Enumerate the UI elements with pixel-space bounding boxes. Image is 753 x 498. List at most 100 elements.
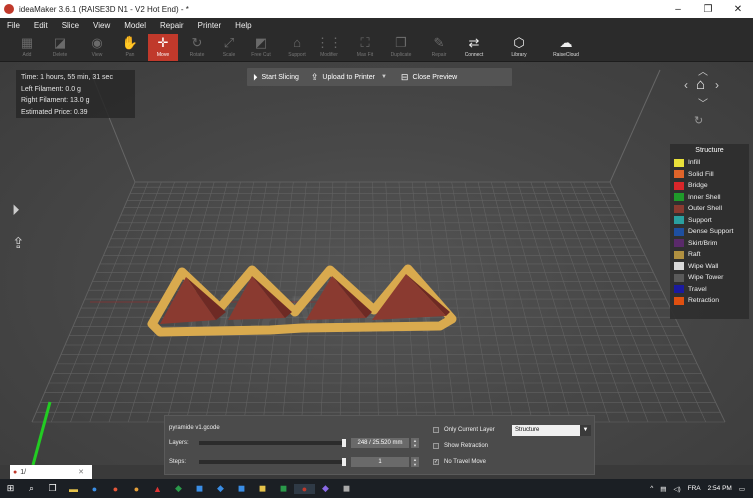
only-current-layer-checkbox[interactable]: Only Current Layer bbox=[433, 427, 495, 433]
maximize-button[interactable]: ❐ bbox=[693, 4, 723, 15]
notification-icon[interactable]: ▭ bbox=[739, 485, 745, 493]
tool-label: Modifier bbox=[320, 52, 338, 58]
menu-repair[interactable]: Repair bbox=[153, 21, 191, 30]
task-view-icon[interactable]: ❐ bbox=[42, 483, 63, 494]
os-taskbar: ⊞ ⌕ ❐ ▬ ● ● ● ▲ ◆ ◼ ◆ ◼ ◼ ◼ ● ◆ ◼ ^ ▤ ◁)… bbox=[0, 479, 753, 498]
tool-view-button[interactable]: ◉ View bbox=[82, 34, 112, 61]
tool-rotate-button[interactable]: ↻ Rotate bbox=[182, 34, 212, 61]
start-icon[interactable]: ⊞ bbox=[0, 483, 21, 494]
menu-help[interactable]: Help bbox=[228, 21, 258, 30]
close-preview-label: Close Preview bbox=[412, 73, 458, 81]
export-icon[interactable]: ⇪ bbox=[12, 234, 25, 252]
upload-icon: ⇪ bbox=[310, 71, 319, 82]
taskbar-app-icon[interactable]: ◼ bbox=[252, 483, 273, 494]
taskbar-app-icon[interactable]: ● bbox=[126, 484, 147, 494]
estimated-price: Estimated Price: 0.39 bbox=[21, 108, 88, 116]
steps-slider[interactable] bbox=[199, 458, 346, 466]
legend-item: Skirt/Brim bbox=[674, 238, 745, 250]
tool-free-cut-button[interactable]: ◩ Free Cut bbox=[246, 34, 276, 61]
layers-spinner[interactable]: ▲ ▼ bbox=[411, 438, 419, 448]
tray-volume-icon[interactable]: ◁) bbox=[673, 485, 680, 493]
legend-swatch bbox=[674, 250, 684, 259]
nav-right-icon[interactable]: › bbox=[715, 78, 719, 92]
upload-dropdown-icon[interactable]: ▼ bbox=[381, 74, 387, 80]
tool-library-button[interactable]: ⬡ Library bbox=[504, 34, 534, 61]
minimize-button[interactable]: – bbox=[663, 4, 693, 15]
mini-tab[interactable]: ● 1/ ✕ bbox=[10, 465, 92, 479]
tool-label: Delete bbox=[52, 52, 68, 58]
legend-swatch bbox=[674, 239, 684, 248]
tool-support-button[interactable]: ⌂ Support bbox=[282, 34, 312, 61]
taskbar-app-icon[interactable]: ◼ bbox=[189, 483, 210, 494]
taskbar-app-icon[interactable]: ◼ bbox=[231, 483, 252, 494]
play-preview-icon[interactable]: ⏵ bbox=[12, 202, 20, 219]
menu-file[interactable]: File bbox=[0, 21, 27, 30]
taskbar-app-icon[interactable]: ▲ bbox=[147, 484, 168, 494]
taskbar-ideamaker-icon[interactable]: ● bbox=[294, 483, 315, 494]
taskbar-app-icon[interactable]: ◆ bbox=[168, 483, 189, 494]
layer-control-panel: pyramide v1.gcode Layers: 248 / 25.520 m… bbox=[164, 415, 595, 475]
start-slicing-button[interactable]: ⏵ Start Slicing bbox=[247, 68, 305, 86]
nav-left-icon[interactable]: ‹ bbox=[684, 78, 688, 92]
tray-clock[interactable]: 2:54 PM bbox=[708, 485, 732, 492]
taskbar-app-icon[interactable]: ◼ bbox=[336, 483, 357, 494]
legend-swatch bbox=[674, 193, 684, 202]
nav-down-icon[interactable]: ﹀ bbox=[698, 95, 708, 110]
tab-app-icon: ● bbox=[13, 468, 18, 476]
tool-add-button[interactable]: ▦ Add bbox=[12, 34, 42, 61]
legend-item: Infill bbox=[674, 157, 745, 169]
tool-modifier-button[interactable]: ⋮⋮ Modifier bbox=[314, 34, 344, 61]
close-button[interactable]: ✕ bbox=[723, 4, 753, 15]
taskbar-app-icon[interactable]: ◼ bbox=[273, 483, 294, 494]
taskbar-app-icon[interactable]: ◆ bbox=[315, 483, 336, 494]
taskbar-app-icon[interactable]: ▬ bbox=[63, 484, 84, 494]
legend-item: Solid Fill bbox=[674, 169, 745, 181]
tool-scale-button[interactable]: ⤢ Scale bbox=[214, 34, 244, 61]
menu-edit[interactable]: Edit bbox=[27, 21, 55, 30]
tool-pan-button[interactable]: ✋ Pan bbox=[115, 34, 145, 61]
tool-move-button[interactable]: ✛ Move bbox=[148, 34, 178, 61]
system-tray: ^ ▤ ◁) FRA 2:54 PM ▭ bbox=[650, 485, 753, 493]
tool-label: Pan bbox=[125, 52, 135, 58]
taskbar-app-icon[interactable]: ● bbox=[84, 484, 105, 494]
tool-delete-button[interactable]: ◪ Delete bbox=[45, 34, 75, 61]
tray-chevron-icon[interactable]: ^ bbox=[650, 485, 653, 492]
tool-duplicate-button[interactable]: ❐ Duplicate bbox=[386, 34, 416, 61]
legend-item: Retraction bbox=[674, 295, 745, 307]
legend-label: Solid Fill bbox=[688, 170, 714, 178]
no-travel-move-checkbox[interactable]: ✓ No Travel Move bbox=[433, 459, 486, 465]
steps-spinner[interactable]: ▲ ▼ bbox=[411, 457, 419, 467]
tool-raisecloud-button[interactable]: ☁ RaiseCloud bbox=[551, 34, 581, 61]
tool-max-fit-button[interactable]: ⛶ Max Fit bbox=[350, 34, 380, 61]
3d-view-icon[interactable]: ↻ bbox=[694, 114, 703, 127]
layers-value[interactable]: 248 / 25.520 mm bbox=[351, 438, 409, 448]
layers-slider[interactable] bbox=[199, 439, 346, 447]
3d-viewport[interactable]: ideaMaker bbox=[0, 62, 753, 465]
tray-lang[interactable]: FRA bbox=[688, 485, 701, 492]
legend-label: Skirt/Brim bbox=[688, 239, 718, 247]
search-icon[interactable]: ⌕ bbox=[21, 483, 42, 494]
taskbar-app-icon[interactable]: ◆ bbox=[210, 483, 231, 494]
menu-printer[interactable]: Printer bbox=[191, 21, 229, 30]
legend-swatch bbox=[674, 262, 684, 271]
menu-slice[interactable]: Slice bbox=[55, 21, 86, 30]
add-icon: ▦ bbox=[20, 35, 34, 50]
view-mode-select[interactable]: Structure ▼ bbox=[512, 425, 591, 436]
upload-to-printer-button[interactable]: ⇪ Upload to Printer bbox=[305, 68, 381, 86]
show-retraction-checkbox[interactable]: Show Retraction bbox=[433, 443, 488, 449]
print-estimate-panel: Time: 1 hours, 55 min, 31 sec Left Filam… bbox=[16, 70, 135, 118]
menu-model[interactable]: Model bbox=[117, 21, 153, 30]
tray-network-icon[interactable]: ▤ bbox=[660, 485, 666, 493]
show-retraction-label: Show Retraction bbox=[444, 443, 489, 449]
layers-slider-thumb[interactable] bbox=[342, 439, 346, 447]
steps-value[interactable]: 1 bbox=[351, 457, 409, 467]
close-preview-button[interactable]: ⊟ Close Preview bbox=[395, 68, 463, 86]
tool-connect-button[interactable]: ⇄ Connect bbox=[459, 34, 489, 61]
steps-slider-thumb[interactable] bbox=[342, 458, 346, 466]
home-icon[interactable]: ⌂ bbox=[696, 76, 705, 93]
tool-repair-button[interactable]: ✎ Repair bbox=[424, 34, 454, 61]
menu-view[interactable]: View bbox=[86, 21, 117, 30]
mini-tab-close-icon[interactable]: ✕ bbox=[78, 468, 84, 476]
taskbar-app-icon[interactable]: ● bbox=[105, 484, 126, 494]
structure-legend: Structure Infill Solid Fill Bridge Inner Sh… bbox=[670, 144, 749, 319]
